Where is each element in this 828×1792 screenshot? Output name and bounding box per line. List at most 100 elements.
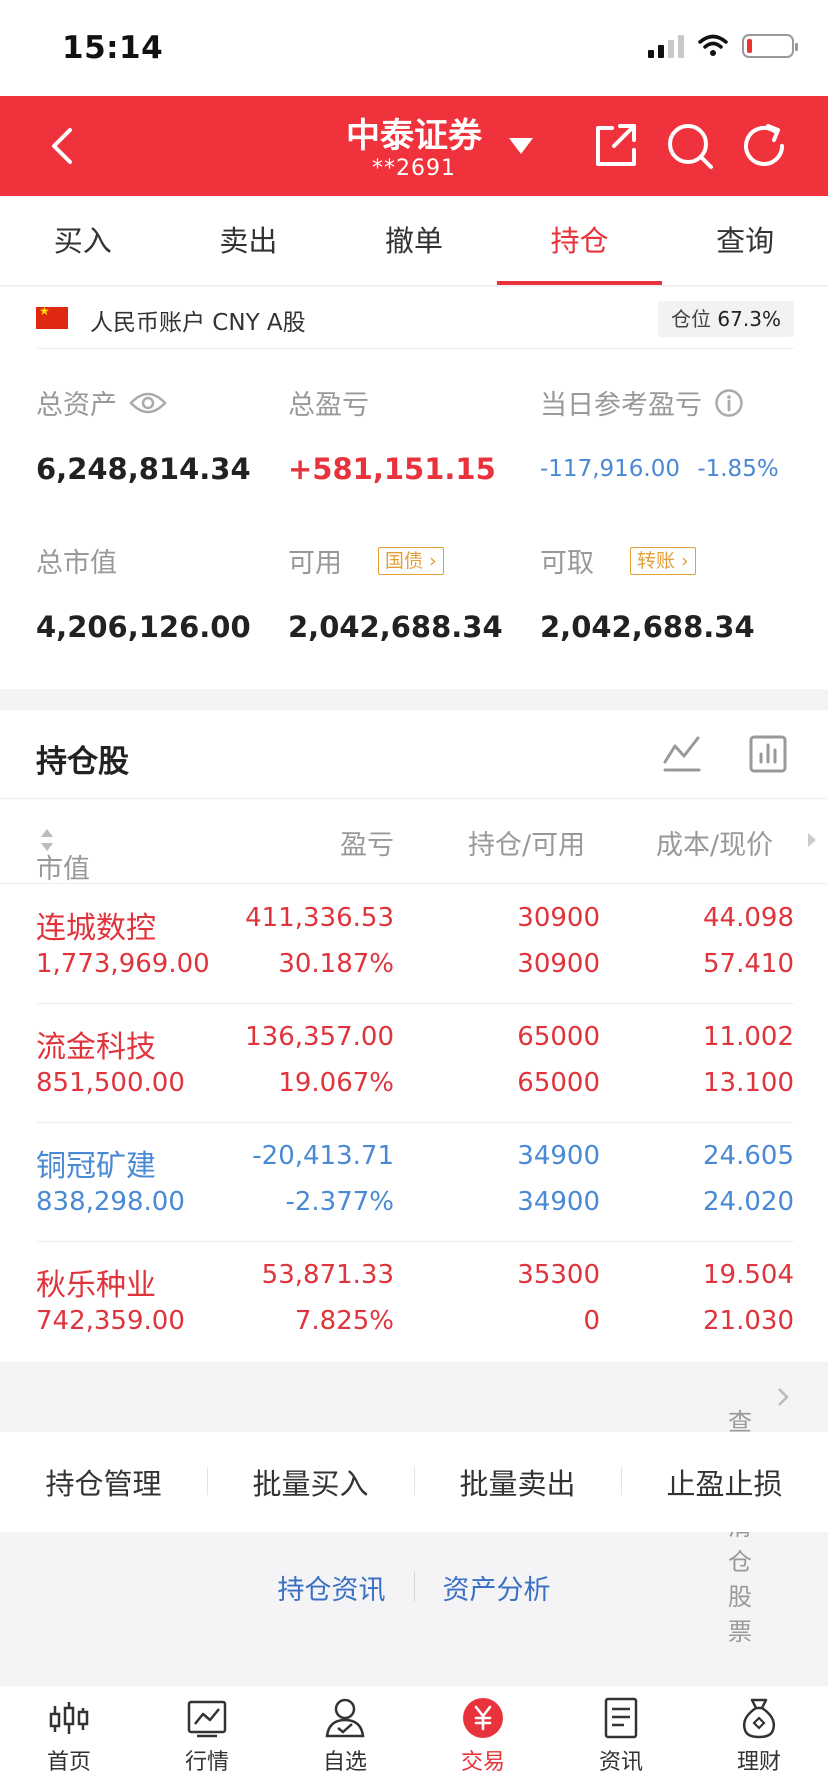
stock-market-value: 742,359.00 [36, 1306, 185, 1336]
stock-available: 65000 [517, 1068, 600, 1098]
stock-cost: 24.605 [703, 1141, 794, 1171]
stock-market-value: 838,298.00 [36, 1187, 185, 1217]
dropdown-triangle-icon[interactable] [506, 134, 536, 158]
account-summary: 人民币账户 CNY A股 仓位 67.3% 总资产 6,248,814.34 总… [0, 287, 828, 689]
tab-query[interactable]: 查询 [662, 196, 828, 285]
position-manage-button[interactable]: 持仓管理 [0, 1461, 207, 1503]
user-check-icon [325, 1698, 365, 1738]
stock-position: 65000 [517, 1022, 600, 1052]
available-label: 可用 [288, 548, 342, 579]
table-row[interactable]: 铜冠矿建 838,298.00 -20,413.71 -2.377% 34900 3490… [36, 1123, 794, 1242]
eye-icon[interactable] [129, 390, 167, 416]
nav-trade-label: 交易 [460, 1750, 505, 1775]
stock-pnl-pct: 7.825% [294, 1306, 394, 1336]
stock-cost: 44.098 [703, 903, 794, 933]
scroll-right-icon[interactable] [806, 831, 818, 849]
stock-name: 铜冠矿建 [36, 1149, 156, 1184]
nav-home-label: 首页 [46, 1750, 91, 1775]
status-bar: 15:14 [0, 0, 828, 96]
nav-market[interactable]: 行情 [138, 1686, 276, 1792]
bar-chart-icon[interactable] [748, 734, 788, 774]
available-funds: 可用 国债 › 2,042,688.34 [288, 541, 503, 644]
position-value: 67.3% [717, 307, 781, 331]
asset-analysis-link[interactable]: 资产分析 [415, 1568, 579, 1607]
holdings-news-link[interactable]: 持仓资讯 [250, 1568, 414, 1607]
stock-name: 秋乐种业 [36, 1268, 156, 1303]
position-label: 仓位 [671, 307, 712, 331]
total-assets: 总资产 6,248,814.34 [36, 383, 251, 486]
total-pnl-label: 总盈亏 [288, 390, 369, 421]
tab-buy[interactable]: 买入 [0, 196, 166, 285]
share-icon[interactable] [590, 120, 642, 172]
wifi-icon [698, 34, 728, 56]
stock-pnl-pct: -2.377% [285, 1187, 394, 1217]
position-ratio-badge: 仓位 67.3% [658, 301, 794, 337]
total-pnl: 总盈亏 +581,151.15 [288, 383, 496, 486]
batch-sell-button[interactable]: 批量卖出 [414, 1461, 621, 1503]
stock-name: 连城数控 [36, 911, 156, 946]
withdrawable-funds: 可取 转账 › 2,042,688.34 [540, 541, 755, 644]
nav-wealth[interactable]: 理财 [690, 1686, 828, 1792]
stock-pnl: 136,357.00 [245, 1022, 394, 1052]
nav-news[interactable]: 资讯 [552, 1686, 690, 1792]
stock-price: 57.410 [703, 949, 794, 979]
view-cleared-link[interactable]: 查看已清仓股票 [0, 1362, 828, 1646]
daily-pnl: 当日参考盈亏 -117,916.00 -1.85% [540, 383, 779, 482]
stock-market-value: 851,500.00 [36, 1068, 185, 1098]
nav-watchlist[interactable]: 自选 [276, 1686, 414, 1792]
tab-sell[interactable]: 卖出 [166, 196, 332, 285]
status-time: 15:14 [62, 30, 164, 66]
document-icon [604, 1697, 638, 1739]
col-pnl[interactable]: 盈亏 [340, 823, 394, 862]
stock-price: 21.030 [703, 1306, 794, 1336]
refresh-icon[interactable] [738, 120, 790, 172]
stock-available: 30900 [517, 949, 600, 979]
line-chart-icon[interactable] [662, 734, 702, 774]
stock-market-value: 1,773,969.00 [36, 949, 210, 979]
available-value: 2,042,688.34 [288, 610, 503, 644]
nav-wealth-label: 理财 [736, 1750, 781, 1775]
candlestick-icon [49, 1702, 89, 1734]
stock-price: 24.020 [703, 1187, 794, 1217]
nav-trade[interactable]: 交易 [414, 1686, 552, 1792]
market-value: 总市值 4,206,126.00 [36, 541, 251, 644]
batch-buy-button[interactable]: 批量买入 [207, 1461, 414, 1503]
col-cost-price[interactable]: 成本/现价 [656, 823, 773, 862]
stock-available: 0 [583, 1306, 600, 1336]
table-row[interactable]: 流金科技 851,500.00 136,357.00 19.067% 65000 6500… [36, 1004, 794, 1123]
daily-pnl-label: 当日参考盈亏 [540, 390, 702, 421]
col-market-value[interactable]: 市值 [36, 823, 90, 885]
nav-home[interactable]: 首页 [0, 1686, 138, 1792]
daily-pnl-value: -117,916.00 [540, 456, 680, 482]
holdings-section: 持仓股 市值 盈亏 持仓/可用 成本/现价 连城数控 1,773,969.00 41… [0, 710, 828, 1362]
app-header: 中泰证券 **2691 [0, 96, 828, 196]
holdings-title: 持仓股 [36, 744, 129, 780]
treasury-bond-button[interactable]: 国债 › [378, 546, 444, 575]
tab-holdings[interactable]: 持仓 [496, 196, 663, 285]
stock-position: 30900 [517, 903, 600, 933]
market-value-label: 总市值 [36, 548, 117, 579]
chevron-right-icon [778, 1388, 789, 1406]
money-bag-icon [742, 1698, 776, 1739]
search-icon[interactable] [664, 120, 716, 172]
info-icon[interactable] [714, 388, 744, 418]
stock-cost: 11.002 [703, 1022, 794, 1052]
account-row: 人民币账户 CNY A股 仓位 67.3% [36, 301, 794, 349]
info-links: 持仓资讯 资产分析 [0, 1532, 828, 1642]
col-position[interactable]: 持仓/可用 [468, 823, 585, 862]
table-row[interactable]: 秋乐种业 742,359.00 53,871.33 7.825% 35300 0 19.50… [36, 1242, 794, 1361]
tab-cancel-order[interactable]: 撤单 [331, 196, 497, 285]
holdings-column-header: 市值 盈亏 持仓/可用 成本/现价 [0, 798, 828, 885]
table-row[interactable]: 连城数控 1,773,969.00 411,336.53 30.187% 30900 30… [36, 885, 794, 1004]
daily-pnl-pct: -1.85% [697, 456, 779, 482]
battery-icon [742, 34, 798, 58]
bottom-nav: 首页 行情 自选 交易 资讯 理财 [0, 1686, 828, 1792]
account-name: 人民币账户 CNY A股 [90, 310, 306, 336]
nav-market-label: 行情 [184, 1750, 229, 1775]
market-chart-icon [187, 1700, 227, 1738]
nav-watchlist-label: 自选 [322, 1750, 367, 1775]
withdrawable-value: 2,042,688.34 [540, 610, 755, 644]
stop-profit-loss-button[interactable]: 止盈止损 [621, 1461, 828, 1503]
transfer-button[interactable]: 转账 › [630, 546, 696, 575]
stock-pnl-pct: 30.187% [278, 949, 394, 979]
